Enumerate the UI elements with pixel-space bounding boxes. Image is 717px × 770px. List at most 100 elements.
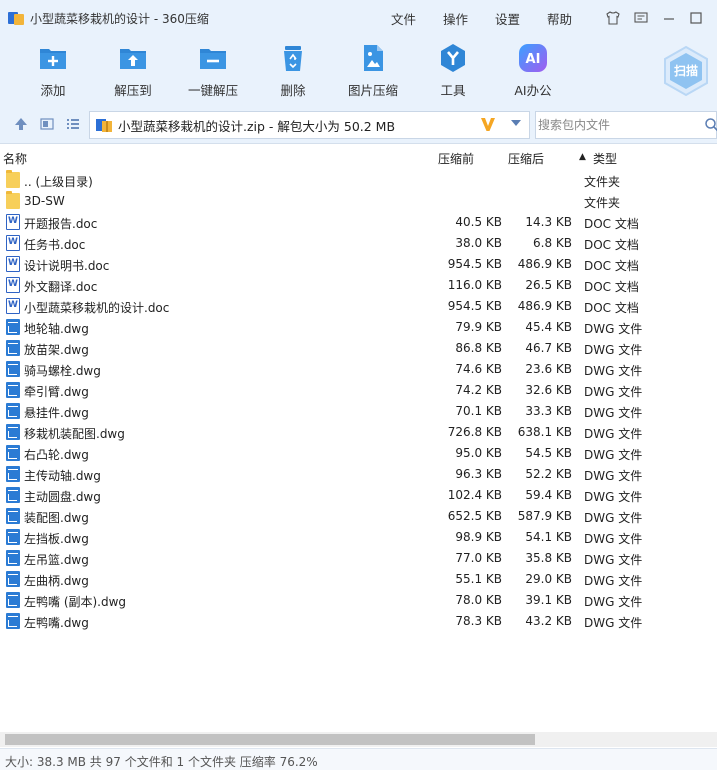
column-name-header[interactable]: 名称 — [3, 150, 27, 167]
file-row[interactable]: 外文翻译.doc 116.0 KB 26.5 KB DOC 文档 — [0, 275, 717, 296]
column-size-header[interactable]: 压缩前 — [438, 150, 474, 167]
dwg-file-icon — [6, 361, 20, 377]
file-type: 文件夹 — [584, 175, 621, 189]
scrollbar-thumb[interactable] — [5, 734, 535, 745]
skin-icon[interactable] — [601, 6, 625, 30]
dwg-file-icon — [6, 340, 20, 356]
zip-archive-icon — [96, 117, 112, 133]
column-packed-header[interactable]: 压缩后 — [508, 150, 544, 167]
search-icon[interactable] — [704, 117, 717, 133]
extract-to-icon — [117, 42, 149, 74]
file-packed-size: 638.1 KB — [517, 425, 572, 439]
file-size: 102.4 KB — [447, 488, 502, 502]
file-row[interactable]: 右凸轮.dwg 95.0 KB 54.5 KB DWG 文件 — [0, 443, 717, 464]
file-packed-size: 35.8 KB — [525, 551, 572, 565]
path-dropdown-chevron-icon[interactable] — [508, 115, 524, 131]
tools-button[interactable]: 工具 — [418, 40, 488, 100]
file-type: DOC 文档 — [584, 301, 639, 315]
file-type: DOC 文档 — [584, 280, 639, 294]
ai-icon-text: AI — [526, 52, 541, 67]
scan-label: 扫描 — [674, 63, 698, 78]
path-field[interactable]: 小型蔬菜移栽机的设计.zip - 解包大小为 50.2 MB — [89, 111, 530, 139]
file-row[interactable]: .. (上级目录) 文件夹 — [0, 170, 717, 191]
delete-button[interactable]: 删除 — [258, 40, 328, 100]
file-name: 牵引臂.dwg — [24, 385, 89, 399]
menu-settings[interactable]: 设置 — [495, 0, 520, 36]
dwg-file-icon — [6, 508, 20, 524]
list-header: 名称 压缩前 压缩后 ▲ 类型 — [0, 147, 717, 167]
file-type: DWG 文件 — [584, 448, 643, 462]
horizontal-scrollbar[interactable] — [0, 732, 717, 747]
thumbnail-view-icon[interactable] — [38, 115, 56, 133]
up-arrow-icon[interactable] — [12, 115, 30, 133]
file-row[interactable]: 任务书.doc 38.0 KB 6.8 KB DOC 文档 — [0, 233, 717, 254]
file-row[interactable]: 左鸭嘴.dwg 78.3 KB 43.2 KB DWG 文件 — [0, 611, 717, 632]
file-row[interactable]: 放苗架.dwg 86.8 KB 46.7 KB DWG 文件 — [0, 338, 717, 359]
file-row[interactable]: 骑马螺栓.dwg 74.6 KB 23.6 KB DWG 文件 — [0, 359, 717, 380]
dwg-file-icon — [6, 592, 20, 608]
file-row[interactable]: 主传动轴.dwg 96.3 KB 52.2 KB DWG 文件 — [0, 464, 717, 485]
file-size: 74.2 KB — [455, 383, 502, 397]
file-type: DWG 文件 — [584, 616, 643, 630]
file-size: 726.8 KB — [447, 425, 502, 439]
sort-ascending-icon: ▲ — [579, 152, 586, 162]
dwg-file-icon — [6, 466, 20, 482]
menu-help[interactable]: 帮助 — [547, 0, 572, 36]
window-title: 小型蔬菜移栽机的设计 - 360压缩 — [30, 11, 209, 26]
vip-v-icon[interactable] — [479, 115, 497, 133]
file-row[interactable]: 移栽机装配图.dwg 726.8 KB 638.1 KB DWG 文件 — [0, 422, 717, 443]
minimize-icon[interactable] — [657, 6, 681, 30]
feedback-icon[interactable] — [629, 6, 653, 30]
file-packed-size: 486.9 KB — [517, 257, 572, 271]
extract-to-button[interactable]: 解压到 — [98, 40, 168, 100]
menu-file[interactable]: 文件 — [391, 0, 416, 36]
word-doc-icon — [6, 298, 20, 314]
file-name: 外文翻译.doc — [24, 280, 98, 294]
dwg-file-icon — [6, 550, 20, 566]
tools-label: 工具 — [440, 83, 466, 98]
menu-operations[interactable]: 操作 — [443, 0, 468, 36]
file-row[interactable]: 设计说明书.doc 954.5 KB 486.9 KB DOC 文档 — [0, 254, 717, 275]
file-row[interactable]: 左挡板.dwg 98.9 KB 54.1 KB DWG 文件 — [0, 527, 717, 548]
file-name: .. (上级目录) — [24, 175, 93, 189]
app-logo-icon — [8, 10, 24, 26]
file-row[interactable]: 左吊篮.dwg 77.0 KB 35.8 KB DWG 文件 — [0, 548, 717, 569]
file-packed-size: 26.5 KB — [525, 278, 572, 292]
file-row[interactable]: 3D-SW 文件夹 — [0, 191, 717, 212]
status-text: 大小: 38.3 MB 共 97 个文件和 1 个文件夹 压缩率 76.2% — [5, 755, 318, 769]
recycle-bin-icon — [277, 42, 309, 74]
file-name: 放苗架.dwg — [24, 343, 89, 357]
image-compress-button[interactable]: 图片压缩 — [338, 40, 408, 100]
maximize-icon[interactable] — [684, 6, 708, 30]
file-type: DWG 文件 — [584, 385, 643, 399]
file-name: 骑马螺栓.dwg — [24, 364, 101, 378]
file-row[interactable]: 装配图.dwg 652.5 KB 587.9 KB DWG 文件 — [0, 506, 717, 527]
file-row[interactable]: 开题报告.doc 40.5 KB 14.3 KB DOC 文档 — [0, 212, 717, 233]
scan-button[interactable]: 扫描 — [659, 44, 713, 98]
file-row[interactable]: 地轮轴.dwg 79.9 KB 45.4 KB DWG 文件 — [0, 317, 717, 338]
add-button[interactable]: 添加 — [18, 40, 88, 100]
file-row[interactable]: 牵引臂.dwg 74.2 KB 32.6 KB DWG 文件 — [0, 380, 717, 401]
file-row[interactable]: 左曲柄.dwg 55.1 KB 29.0 KB DWG 文件 — [0, 569, 717, 590]
file-type: DOC 文档 — [584, 217, 639, 231]
file-row[interactable]: 悬挂件.dwg 70.1 KB 33.3 KB DWG 文件 — [0, 401, 717, 422]
dwg-file-icon — [6, 382, 20, 398]
column-type-header[interactable]: 类型 — [593, 150, 617, 167]
search-input[interactable] — [538, 118, 688, 132]
file-packed-size: 23.6 KB — [525, 362, 572, 376]
file-type: DOC 文档 — [584, 238, 639, 252]
file-packed-size: 6.8 KB — [533, 236, 572, 250]
one-click-extract-label: 一键解压 — [187, 83, 238, 98]
file-name: 地轮轴.dwg — [24, 322, 89, 336]
file-row[interactable]: 左鸭嘴 (副本).dwg 78.0 KB 39.1 KB DWG 文件 — [0, 590, 717, 611]
ai-office-button[interactable]: AI AI办公 — [498, 40, 568, 100]
file-name: 右凸轮.dwg — [24, 448, 89, 462]
file-name: 左吊篮.dwg — [24, 553, 89, 567]
archive-path: 小型蔬菜移栽机的设计.zip - 解包大小为 50.2 MB — [118, 118, 396, 134]
list-view-icon[interactable] — [64, 115, 82, 133]
file-row[interactable]: 主动圆盘.dwg 102.4 KB 59.4 KB DWG 文件 — [0, 485, 717, 506]
one-click-extract-button[interactable]: 一键解压 — [178, 40, 248, 100]
file-row[interactable]: 小型蔬菜移栽机的设计.doc 954.5 KB 486.9 KB DOC 文档 — [0, 296, 717, 317]
file-size: 954.5 KB — [447, 299, 502, 313]
dwg-file-icon — [6, 319, 20, 335]
